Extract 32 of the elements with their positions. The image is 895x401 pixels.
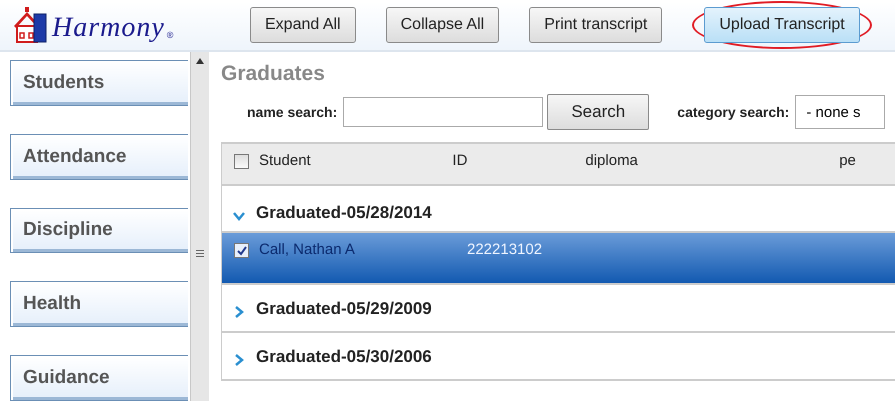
sidebar-item[interactable]: Discipline bbox=[10, 208, 188, 254]
page-title: Graduates bbox=[221, 62, 326, 86]
group-title: Graduated-05/29/2009 bbox=[256, 299, 432, 319]
toolbar-button[interactable]: Upload Transcript bbox=[704, 7, 860, 43]
field-label: name search: bbox=[247, 104, 338, 120]
name-search-field[interactable] bbox=[343, 97, 544, 127]
sidebar-item[interactable]: Students bbox=[10, 60, 188, 106]
category-select[interactable]: - none s bbox=[795, 95, 886, 129]
toolbar-button[interactable]: Collapse All bbox=[386, 7, 500, 43]
select-all-checkbox[interactable] bbox=[234, 154, 249, 169]
group-title: Graduated-05/28/2014 bbox=[256, 203, 432, 223]
column-header: diploma bbox=[585, 152, 639, 169]
column-header: pe bbox=[839, 152, 857, 169]
sidebar-item[interactable]: Health bbox=[10, 281, 188, 328]
logo-wordmark: Harmony bbox=[52, 12, 165, 44]
registered-mark: ® bbox=[166, 30, 174, 40]
field-label: category search: bbox=[677, 104, 790, 120]
student-id: 222213102 bbox=[467, 241, 544, 260]
student-name: Call, Nathan A bbox=[259, 241, 356, 260]
scroll-up-arrow-icon[interactable] bbox=[196, 58, 204, 64]
column-header: Student bbox=[259, 152, 312, 169]
row-checkbox[interactable] bbox=[234, 243, 249, 258]
toolbar-button[interactable]: Expand All bbox=[250, 7, 356, 43]
student-row[interactable]: Call, Nathan A 222213102 bbox=[222, 233, 895, 285]
grip-icon[interactable] bbox=[196, 250, 204, 257]
sidebar-item[interactable]: Guidance bbox=[10, 355, 188, 401]
sidebar-item[interactable]: Attendance bbox=[10, 134, 188, 180]
column-header: ID bbox=[452, 152, 468, 169]
scrollbar[interactable] bbox=[190, 52, 209, 401]
group-title: Graduated-05/30/2006 bbox=[256, 347, 432, 367]
toolbar-button[interactable]: Print transcript bbox=[529, 7, 662, 43]
search-button[interactable]: Search bbox=[547, 94, 650, 130]
